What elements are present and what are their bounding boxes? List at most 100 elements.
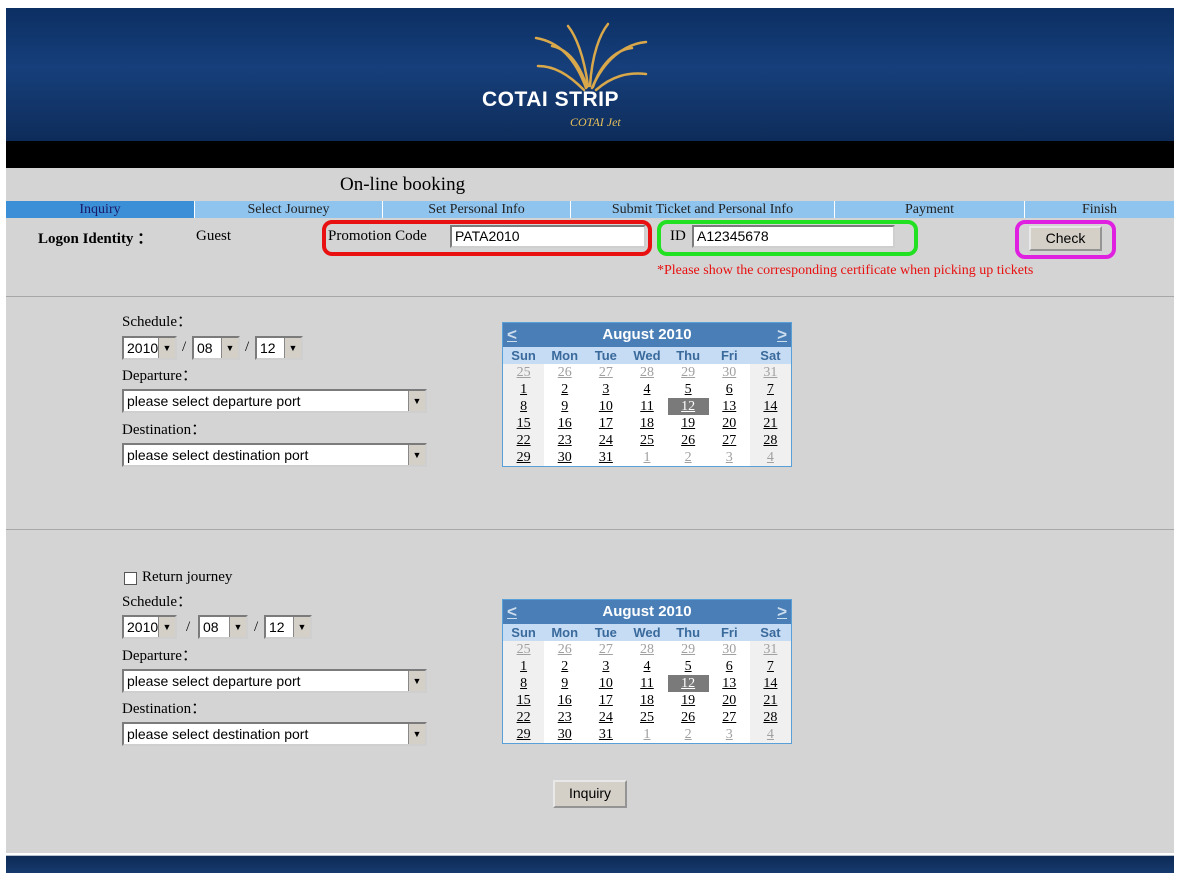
calendar-day[interactable]: 28 — [626, 641, 667, 658]
calendar-day[interactable]: 30 — [709, 364, 750, 381]
calendar-prev-button[interactable]: < — [507, 323, 517, 347]
calendar-day[interactable]: 16 — [544, 692, 585, 709]
calendar-day[interactable]: 14 — [749, 398, 791, 415]
calendar-day[interactable]: 4 — [626, 381, 667, 398]
calendar-day[interactable]: 21 — [749, 692, 791, 709]
calendar-day[interactable]: 26 — [544, 641, 585, 658]
calendar-day[interactable]: 17 — [585, 415, 626, 432]
calendar-day[interactable]: 28 — [749, 432, 791, 449]
calendar-next-button[interactable]: > — [777, 323, 787, 347]
calendar-day[interactable]: 13 — [709, 398, 750, 415]
calendar-day[interactable]: 2 — [544, 381, 585, 398]
calendar-day[interactable]: 25 — [503, 364, 545, 381]
calendar-day[interactable]: 13 — [709, 675, 750, 692]
calendar-day[interactable]: 1 — [626, 449, 667, 466]
calendar-day[interactable]: 27 — [709, 432, 750, 449]
month-select[interactable]: 08 ▼ — [192, 336, 240, 360]
calendar-day[interactable]: 5 — [668, 381, 709, 398]
calendar-day[interactable]: 17 — [585, 692, 626, 709]
calendar-day[interactable]: 12 — [667, 398, 709, 415]
calendar-day[interactable]: 10 — [585, 675, 626, 692]
calendar-day[interactable]: 9 — [544, 675, 585, 692]
calendar-day[interactable]: 31 — [749, 364, 791, 381]
calendar-day[interactable]: 20 — [709, 692, 750, 709]
calendar-day[interactable]: 31 — [749, 641, 791, 658]
calendar-day[interactable]: 3 — [709, 726, 750, 743]
calendar-day[interactable]: 18 — [626, 415, 667, 432]
calendar-next-button[interactable]: > — [777, 600, 787, 624]
calendar-day[interactable]: 25 — [626, 432, 667, 449]
calendar-day[interactable]: 22 — [503, 709, 545, 726]
calendar-day[interactable]: 5 — [668, 658, 709, 675]
calendar-day[interactable]: 28 — [626, 364, 667, 381]
promo-code-input[interactable]: PATA2010 — [450, 225, 646, 248]
calendar-day[interactable]: 30 — [709, 641, 750, 658]
return-destination-select[interactable]: please select destination port ▼ — [122, 722, 427, 746]
calendar-day[interactable]: 15 — [503, 692, 545, 709]
calendar-day[interactable]: 31 — [585, 449, 626, 466]
calendar-day[interactable]: 30 — [544, 449, 585, 466]
calendar-day[interactable]: 4 — [626, 658, 667, 675]
calendar-day[interactable]: 26 — [544, 364, 585, 381]
calendar-day[interactable]: 24 — [585, 432, 626, 449]
calendar-day[interactable]: 11 — [626, 675, 667, 692]
day-select[interactable]: 12 ▼ — [255, 336, 303, 360]
calendar-day[interactable]: 6 — [709, 381, 750, 398]
calendar-day[interactable]: 29 — [668, 641, 709, 658]
calendar-day[interactable]: 16 — [544, 415, 585, 432]
calendar-prev-button[interactable]: < — [507, 600, 517, 624]
inquiry-button[interactable]: Inquiry — [553, 780, 627, 808]
return-month-select[interactable]: 08 ▼ — [198, 615, 248, 639]
calendar-day[interactable]: 3 — [585, 381, 626, 398]
calendar-day[interactable]: 12 — [667, 675, 709, 692]
calendar-day[interactable]: 25 — [503, 641, 545, 658]
calendar-day[interactable]: 4 — [749, 449, 791, 466]
id-input[interactable]: A12345678 — [692, 225, 895, 248]
calendar-day[interactable]: 29 — [668, 364, 709, 381]
calendar-day[interactable]: 22 — [503, 432, 545, 449]
calendar-day[interactable]: 7 — [749, 658, 791, 675]
calendar-day[interactable]: 20 — [709, 415, 750, 432]
year-select[interactable]: 2010 ▼ — [122, 336, 177, 360]
calendar-day[interactable]: 27 — [585, 364, 626, 381]
return-departure-select[interactable]: please select departure port ▼ — [122, 669, 427, 693]
calendar-day[interactable]: 23 — [544, 432, 585, 449]
calendar-day[interactable]: 19 — [668, 692, 709, 709]
destination-select[interactable]: please select destination port ▼ — [122, 443, 427, 467]
calendar-day[interactable]: 26 — [668, 709, 709, 726]
calendar-day[interactable]: 30 — [544, 726, 585, 743]
calendar-day[interactable]: 29 — [503, 449, 545, 466]
calendar-day[interactable]: 19 — [668, 415, 709, 432]
calendar-day[interactable]: 29 — [503, 726, 545, 743]
calendar-day[interactable]: 18 — [626, 692, 667, 709]
calendar-day[interactable]: 14 — [749, 675, 791, 692]
calendar-day[interactable]: 1 — [626, 726, 667, 743]
return-year-select[interactable]: 2010 ▼ — [122, 615, 177, 639]
check-button[interactable]: Check — [1029, 226, 1102, 251]
calendar-day[interactable]: 4 — [749, 726, 791, 743]
calendar-day[interactable]: 3 — [709, 449, 750, 466]
calendar-day[interactable]: 15 — [503, 415, 545, 432]
calendar-day[interactable]: 24 — [585, 709, 626, 726]
calendar-day[interactable]: 1 — [503, 381, 545, 398]
calendar-day[interactable]: 11 — [626, 398, 667, 415]
calendar-day[interactable]: 2 — [668, 726, 709, 743]
calendar-day[interactable]: 2 — [544, 658, 585, 675]
calendar-day[interactable]: 28 — [749, 709, 791, 726]
departure-select[interactable]: please select departure port ▼ — [122, 389, 427, 413]
calendar-day[interactable]: 10 — [585, 398, 626, 415]
calendar-day[interactable]: 7 — [749, 381, 791, 398]
calendar-day[interactable]: 21 — [749, 415, 791, 432]
calendar-day[interactable]: 9 — [544, 398, 585, 415]
calendar-day[interactable]: 8 — [503, 398, 545, 415]
calendar-day[interactable]: 1 — [503, 658, 545, 675]
calendar-day[interactable]: 3 — [585, 658, 626, 675]
calendar-day[interactable]: 31 — [585, 726, 626, 743]
return-journey-checkbox[interactable] — [124, 572, 137, 585]
calendar-day[interactable]: 26 — [668, 432, 709, 449]
return-day-select[interactable]: 12 ▼ — [264, 615, 312, 639]
calendar-day[interactable]: 2 — [668, 449, 709, 466]
calendar-day[interactable]: 6 — [709, 658, 750, 675]
calendar-day[interactable]: 8 — [503, 675, 545, 692]
calendar-day[interactable]: 27 — [585, 641, 626, 658]
